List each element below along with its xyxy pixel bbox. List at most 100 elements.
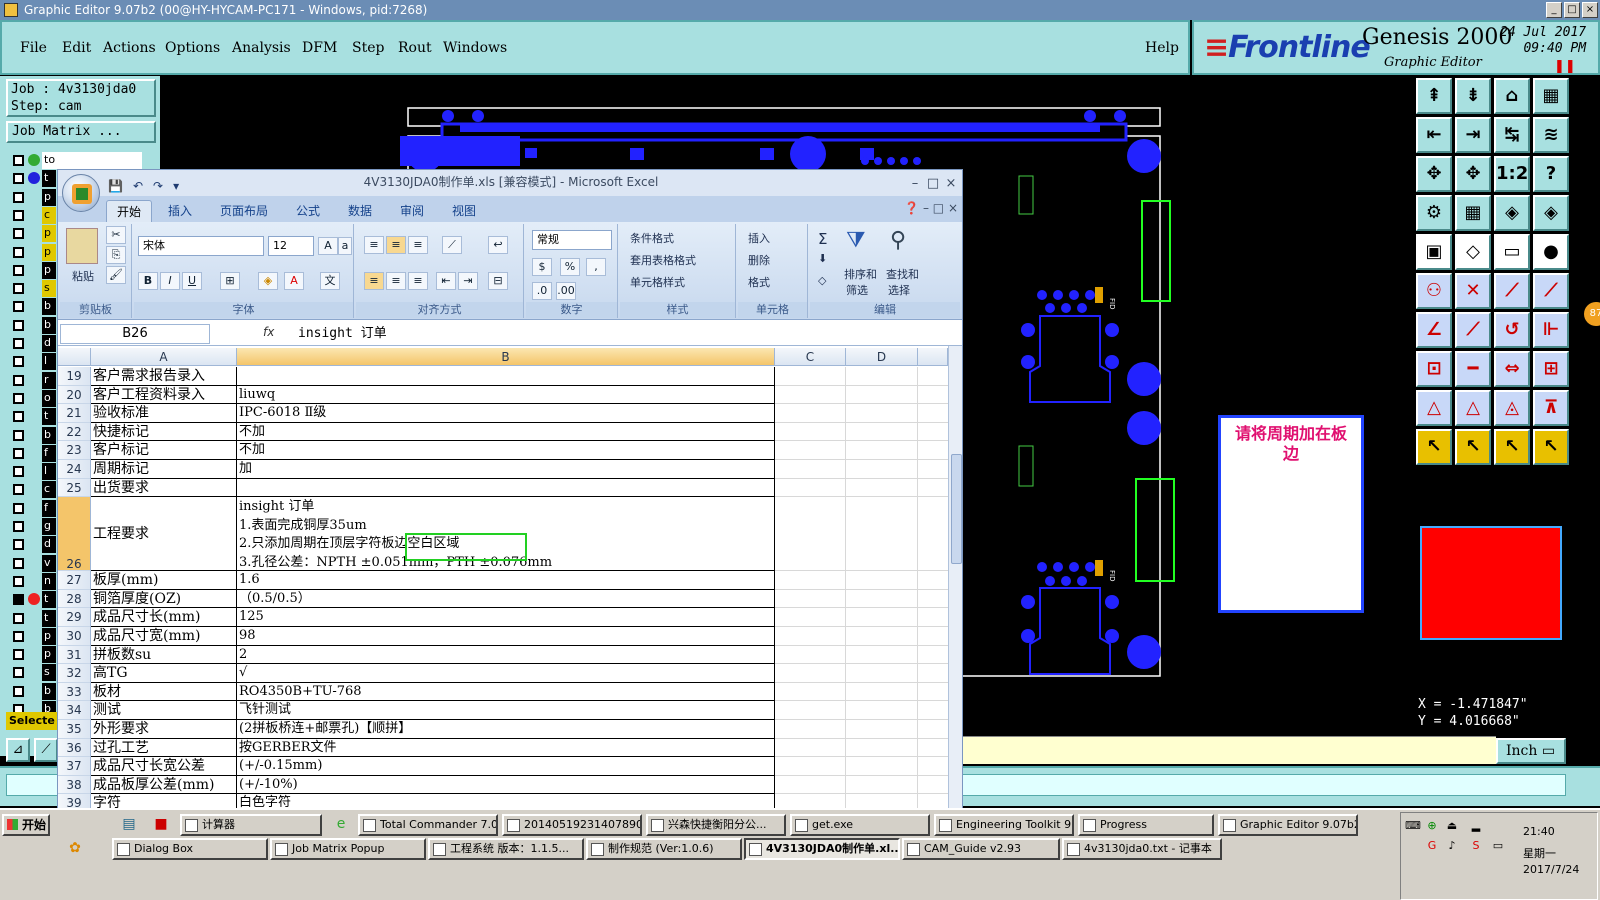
layer-name[interactable]: t — [42, 591, 56, 609]
cell-a[interactable]: 工程要求 — [91, 497, 237, 572]
tool-button-icon[interactable]: ↖ — [1494, 429, 1530, 465]
copy-icon[interactable]: ⎘ — [106, 246, 126, 264]
tool-button-icon[interactable]: ⊼ — [1533, 390, 1569, 426]
layer-name[interactable]: v — [42, 554, 56, 572]
layer-checkbox[interactable] — [13, 502, 24, 514]
layer-row[interactable]: v — [10, 554, 56, 572]
empty-cell[interactable] — [775, 794, 846, 808]
cell-a[interactable]: 成品尺寸宽(mm) — [91, 627, 237, 646]
align-left-icon[interactable]: ≡ — [364, 272, 384, 290]
row-number[interactable]: 25 — [58, 478, 91, 498]
empty-cell[interactable] — [775, 385, 846, 405]
taskbar-item[interactable]: Dialog Box — [112, 838, 268, 860]
row-number[interactable]: 32 — [58, 664, 91, 683]
layer-color-dot[interactable] — [28, 172, 40, 185]
row-number[interactable]: 36 — [58, 738, 91, 758]
tool-button-icon[interactable]: ⇤ — [1416, 117, 1452, 153]
conditional-format-button[interactable]: 条件格式 — [630, 230, 674, 246]
column-header-a[interactable]: A — [91, 348, 237, 366]
row-number[interactable]: 38 — [58, 775, 91, 795]
cell-b[interactable]: RO4350B+TU-768 — [237, 682, 775, 702]
excel-minimize-icon[interactable]: – — [906, 172, 924, 196]
cell-b[interactable]: 98 — [237, 627, 775, 646]
table-format-button[interactable]: 套用表格格式 — [630, 252, 696, 268]
tray-signal-icon[interactable]: ▂ — [1469, 819, 1483, 833]
tool-button-icon[interactable]: △ — [1455, 390, 1491, 426]
empty-cell[interactable] — [846, 460, 918, 479]
layer-checkbox[interactable] — [13, 155, 24, 166]
tab-formulas[interactable]: 公式 — [286, 200, 330, 222]
cell-b[interactable]: IPC-6018 Ⅱ级 — [237, 404, 775, 423]
wrap-text-icon[interactable]: ↩ — [488, 236, 508, 254]
shrink-font-icon[interactable]: a — [338, 237, 352, 255]
layer-checkbox[interactable] — [13, 173, 24, 185]
empty-cell[interactable] — [846, 385, 918, 405]
column-header-b[interactable]: B — [237, 348, 775, 366]
empty-cell[interactable] — [918, 646, 948, 665]
layer-checkbox[interactable] — [13, 557, 24, 569]
cell-b[interactable]: (+/-10%) — [237, 775, 775, 795]
cell-b[interactable]: 不加 — [237, 441, 775, 460]
empty-cell[interactable] — [918, 664, 948, 683]
layer-row[interactable]: g — [10, 518, 56, 535]
column-header-e[interactable] — [918, 348, 948, 366]
layer-name[interactable]: b — [42, 316, 56, 334]
row-number[interactable]: 30 — [58, 627, 91, 646]
layer-checkbox[interactable] — [13, 649, 24, 661]
tool-button-icon[interactable]: ● — [1533, 234, 1569, 270]
empty-cell[interactable] — [918, 701, 948, 720]
tray-volume-icon[interactable]: ♪ — [1445, 839, 1459, 853]
empty-cell[interactable] — [918, 441, 948, 460]
cell-b[interactable]: 白色字符 — [237, 794, 775, 808]
empty-cell[interactable] — [846, 422, 918, 442]
align-bottom-icon[interactable]: ≡ — [408, 236, 428, 254]
layer-row[interactable]: t — [10, 609, 56, 627]
comma-icon[interactable]: , — [586, 258, 606, 276]
taskbar-item[interactable]: 兴森快捷衡阳分公... — [646, 814, 786, 836]
empty-cell[interactable] — [918, 739, 948, 758]
tool-button-icon[interactable]: ↖ — [1533, 429, 1569, 465]
layer-name[interactable]: b — [42, 298, 56, 316]
tool-button-icon[interactable]: ⊞ — [1533, 351, 1569, 387]
empty-cell[interactable] — [918, 497, 948, 572]
layer-row[interactable]: c — [10, 481, 56, 499]
layer-name[interactable]: s — [42, 664, 56, 682]
menu-help[interactable]: Help — [1145, 40, 1179, 56]
sort-filter-sub[interactable]: 筛选 — [846, 282, 868, 298]
taskbar-item[interactable]: CAM_Guide v2.93 — [902, 838, 1060, 860]
empty-cell[interactable] — [775, 682, 846, 702]
taskbar-item[interactable]: Graphic Editor 9.07b2... — [1218, 814, 1358, 836]
find-select-sub[interactable]: 选择 — [888, 282, 910, 298]
number-format-select[interactable]: 常规 — [532, 230, 612, 250]
layer-checkbox[interactable] — [13, 246, 24, 258]
cell-a[interactable]: 出货要求 — [91, 478, 237, 498]
paste-icon[interactable] — [66, 228, 98, 264]
layer-name[interactable]: c — [42, 206, 56, 224]
layer-checkbox[interactable] — [13, 575, 24, 587]
taskbar-item[interactable]: Engineering Toolkit 9.... — [934, 814, 1074, 836]
empty-cell[interactable] — [846, 794, 918, 808]
cell-a[interactable]: 周期标记 — [91, 460, 237, 479]
empty-cell[interactable] — [846, 404, 918, 423]
start-button[interactable]: 开始 — [2, 814, 50, 836]
ql-pdf-icon[interactable]: ■ — [152, 816, 170, 834]
measure-tool-icon[interactable]: ⟋ — [34, 738, 58, 762]
layer-row[interactable]: n — [10, 572, 56, 590]
empty-cell[interactable] — [775, 441, 846, 460]
row-number[interactable]: 23 — [58, 441, 91, 460]
layer-checkbox[interactable] — [13, 521, 24, 532]
merge-center-icon[interactable]: ⊟ — [488, 272, 508, 290]
empty-cell[interactable] — [846, 367, 918, 386]
delete-cells-button[interactable]: 删除 — [748, 252, 770, 268]
tab-insert[interactable]: 插入 — [158, 200, 202, 222]
row-number[interactable]: 26 — [58, 497, 91, 572]
empty-cell[interactable] — [775, 422, 846, 442]
cell-b[interactable]: (+/-0.15mm) — [237, 757, 775, 776]
cell-a[interactable]: 板厚(mm) — [91, 571, 237, 590]
layer-name[interactable]: p — [42, 188, 56, 206]
row-number[interactable]: 35 — [58, 720, 91, 739]
align-right-icon[interactable]: ≡ — [408, 272, 428, 290]
cell-a[interactable]: 铜箔厚度(OZ) — [91, 589, 237, 609]
empty-cell[interactable] — [918, 757, 948, 776]
cell-b[interactable] — [237, 478, 775, 498]
